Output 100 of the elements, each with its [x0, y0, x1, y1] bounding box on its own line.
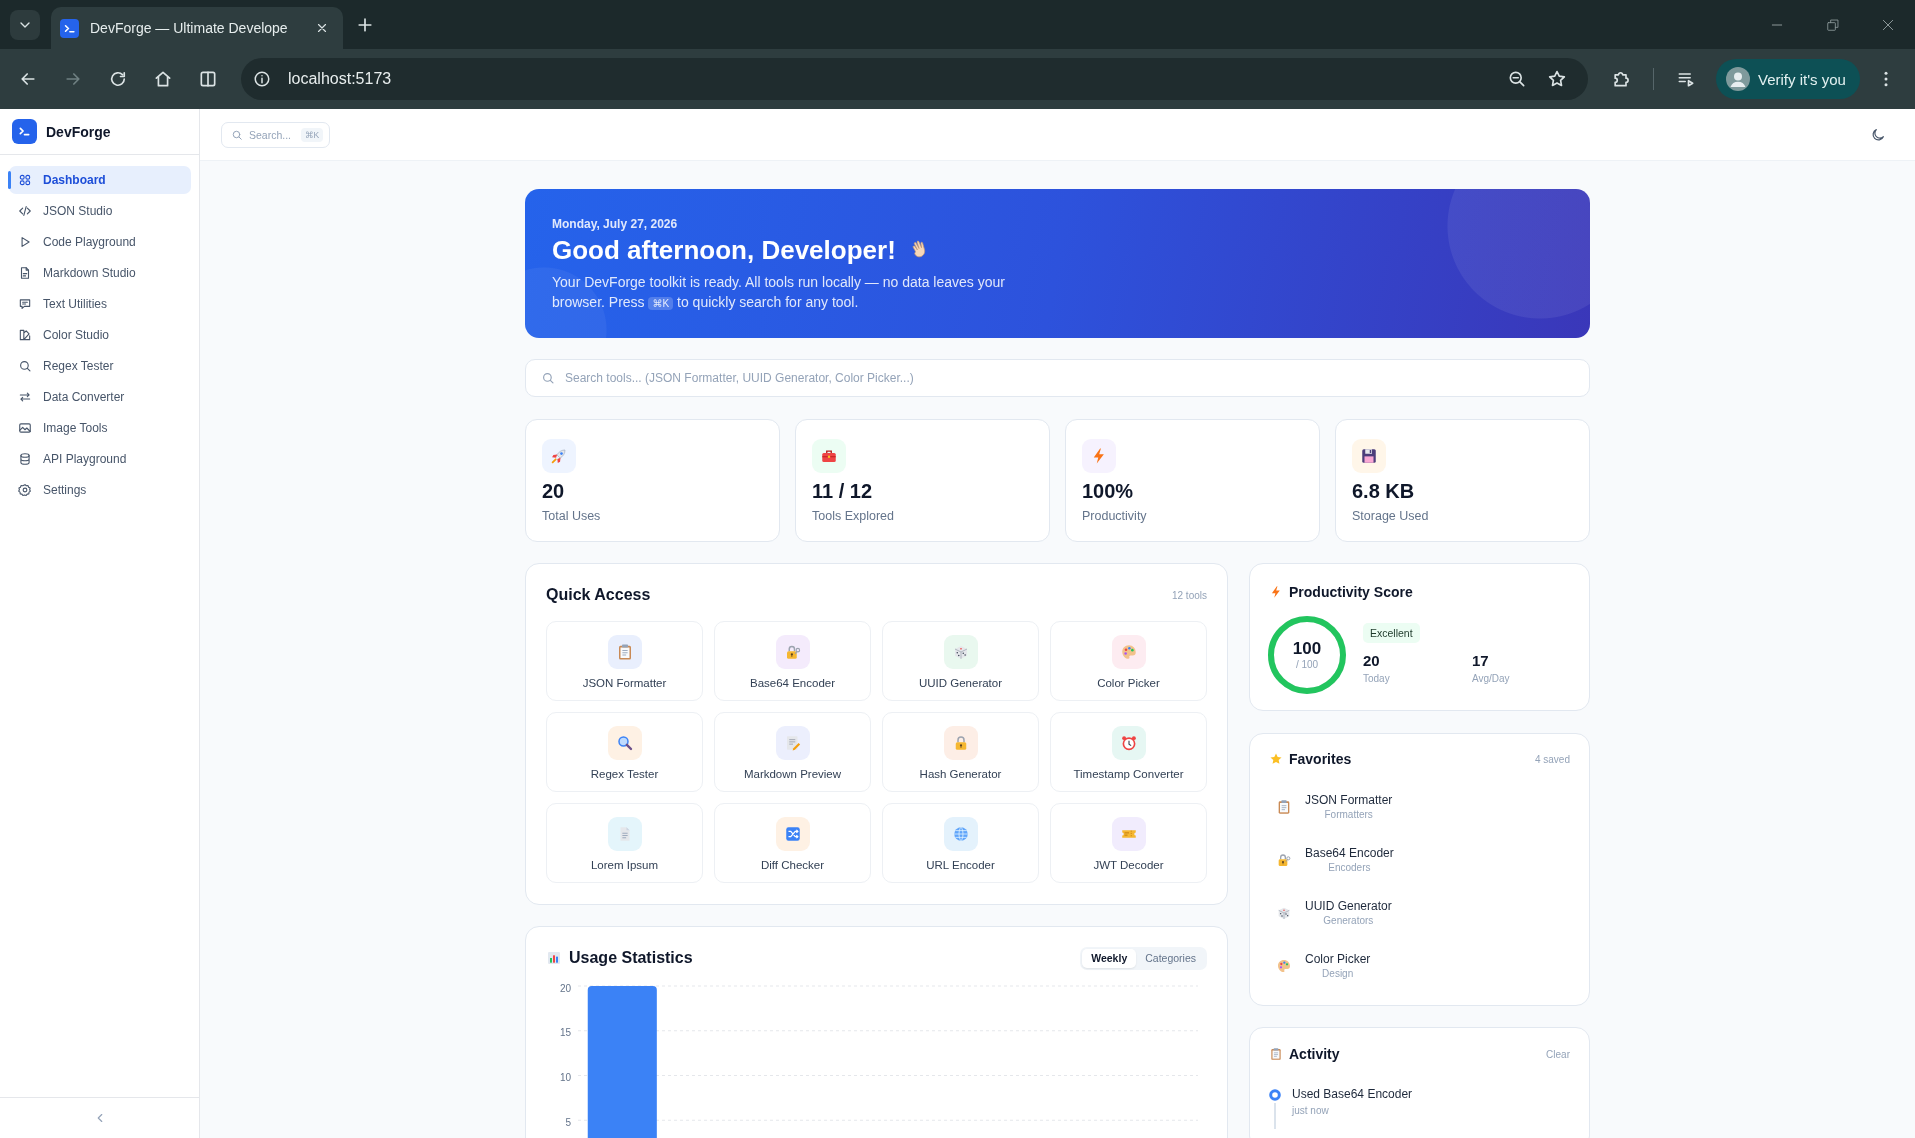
- dice-icon: [943, 635, 978, 669]
- close-icon[interactable]: [315, 21, 329, 35]
- avatar-icon: [1726, 67, 1750, 91]
- padlock-key-icon: [1276, 851, 1292, 868]
- tool-tile[interactable]: Regex Tester: [546, 712, 703, 792]
- sidebar-item[interactable]: Markdown Studio: [9, 259, 191, 287]
- score-max: / 100: [1295, 659, 1319, 671]
- moon-icon[interactable]: [1870, 126, 1886, 143]
- clipboard-icon: [1276, 798, 1292, 815]
- home-icon[interactable]: [153, 69, 173, 89]
- clipboard-icon: [1269, 1047, 1283, 1061]
- card-title: Quick Access: [546, 585, 651, 605]
- tab-list-button[interactable]: [10, 10, 40, 40]
- toolbox-icon: [812, 439, 846, 473]
- favorite-item[interactable]: Color Picker Design: [1269, 943, 1377, 988]
- tool-tile[interactable]: URL Encoder: [882, 803, 1039, 883]
- stat-value: 11 / 12: [812, 479, 874, 503]
- stat-label: Storage Used: [1352, 508, 1430, 524]
- play-icon: [18, 235, 32, 249]
- timeline-dot-icon: [1269, 1089, 1281, 1101]
- sidebar-item[interactable]: Code Playground: [9, 228, 191, 256]
- stat-label: Productivity: [1082, 508, 1148, 524]
- clipboard-icon: [607, 635, 642, 669]
- padlock-icon: [943, 726, 978, 760]
- star-icon: [1269, 752, 1283, 766]
- stat-value: 6.8 KB: [1352, 479, 1416, 503]
- tool-tile[interactable]: JSON Formatter: [546, 621, 703, 701]
- sidebar-item[interactable]: Color Studio: [9, 321, 191, 349]
- activity-text: Used Base64 Encoder: [1292, 1087, 1413, 1102]
- card-title: Activity: [1289, 1045, 1340, 1063]
- image-icon: [18, 421, 32, 435]
- hero-date: Monday, July 27, 2026: [552, 217, 679, 231]
- card-title: Usage Statistics: [569, 948, 693, 968]
- url-text: localhost:5173: [288, 70, 392, 88]
- palette-icon: [1276, 957, 1292, 974]
- rocket-icon: [542, 439, 576, 473]
- arrows-icon: [18, 390, 32, 404]
- search-icon: [231, 128, 243, 141]
- tool-tile[interactable]: Lorem Ipsum: [546, 803, 703, 883]
- tool-tile[interactable]: Markdown Preview: [714, 712, 871, 792]
- hero-description: Your DevForge toolkit is ready. All tools run locally — no data leaves your browser. Press ⌘K to quickly search for any tool.: [552, 273, 1006, 312]
- browser-tab[interactable]: DevForge — Ultimate Develope: [51, 7, 343, 49]
- reload-icon[interactable]: [108, 69, 128, 89]
- sidebar-item[interactable]: Settings: [9, 476, 191, 504]
- tool-tile[interactable]: Base64 Encoder: [714, 621, 871, 701]
- database-icon: [18, 452, 32, 466]
- activity-time: just now: [1292, 1104, 1329, 1117]
- file-icon: [18, 266, 32, 280]
- favorite-item[interactable]: UUID Generator Generators: [1269, 890, 1398, 935]
- score-value: 100: [1292, 639, 1322, 659]
- puzzle-icon[interactable]: [1611, 69, 1631, 89]
- bar-chart-icon: [546, 950, 562, 966]
- zoom-out-icon[interactable]: [1507, 69, 1527, 89]
- address-bar[interactable]: localhost:5173: [241, 58, 1588, 100]
- tool-tile[interactable]: JWT Decoder: [1050, 803, 1207, 883]
- tool-tile[interactable]: Color Picker: [1050, 621, 1207, 701]
- logo-icon: [12, 119, 37, 144]
- view-tab[interactable]: Categories: [1136, 948, 1205, 968]
- memo-icon: [775, 726, 810, 760]
- metric-value: 20: [1363, 652, 1380, 670]
- stat-label: Tools Explored: [812, 508, 895, 524]
- sidebar-item[interactable]: Data Converter: [9, 383, 191, 411]
- settings-icon: [18, 483, 32, 497]
- tool-tile[interactable]: UUID Generator: [882, 621, 1039, 701]
- search-icon: [541, 371, 555, 385]
- star-icon[interactable]: [1547, 69, 1567, 89]
- sidebar-item[interactable]: Dashboard: [9, 166, 191, 194]
- card-title: Productivity Score: [1289, 583, 1413, 601]
- info-icon[interactable]: [253, 70, 271, 88]
- profile-button[interactable]: Verify it's you: [1716, 59, 1860, 99]
- message-icon: [18, 297, 32, 311]
- sidebar-item[interactable]: Text Utilities: [9, 290, 191, 318]
- sidebar-item[interactable]: JSON Studio: [9, 197, 191, 225]
- split-view-icon[interactable]: [198, 69, 218, 89]
- rating-badge: Excellent: [1363, 623, 1420, 643]
- metric-label: Today: [1363, 672, 1390, 685]
- tool-tile[interactable]: Hash Generator: [882, 712, 1039, 792]
- y-tick-label: 10: [559, 1072, 571, 1084]
- tool-tile[interactable]: Timestamp Converter: [1050, 712, 1207, 792]
- favorite-item[interactable]: JSON Formatter Formatters: [1269, 784, 1399, 829]
- saved-count: 4 saved: [1534, 753, 1570, 765]
- stat-value: 100%: [1082, 479, 1135, 503]
- sidebar-item[interactable]: Regex Tester: [9, 352, 191, 380]
- ticket-icon: [1111, 817, 1146, 851]
- favorite-item[interactable]: Base64 Encoder Encoders: [1269, 837, 1400, 882]
- view-tab[interactable]: Weekly: [1082, 948, 1137, 968]
- shortcut-badge: ⌘K: [301, 127, 324, 142]
- globe-icon: [943, 817, 978, 851]
- sidebar-item[interactable]: Image Tools: [9, 414, 191, 442]
- hero-greeting: Good afternoon, Developer!: [552, 234, 896, 266]
- alarm-clock-icon: [1111, 726, 1146, 760]
- tool-search-field[interactable]: Search tools... (JSON Formatter, UUID Generator, Color Picker...): [525, 359, 1590, 397]
- magnifier-icon: [607, 726, 642, 760]
- sidebar-item[interactable]: API Playground: [9, 445, 191, 473]
- tool-tile[interactable]: Diff Checker: [714, 803, 871, 883]
- y-tick-label: 15: [559, 1027, 571, 1039]
- metric-value: 17: [1472, 652, 1489, 670]
- shuffle-icon: [775, 817, 810, 851]
- restore-icon[interactable]: [1826, 17, 1840, 32]
- y-tick-label: 20: [559, 982, 571, 994]
